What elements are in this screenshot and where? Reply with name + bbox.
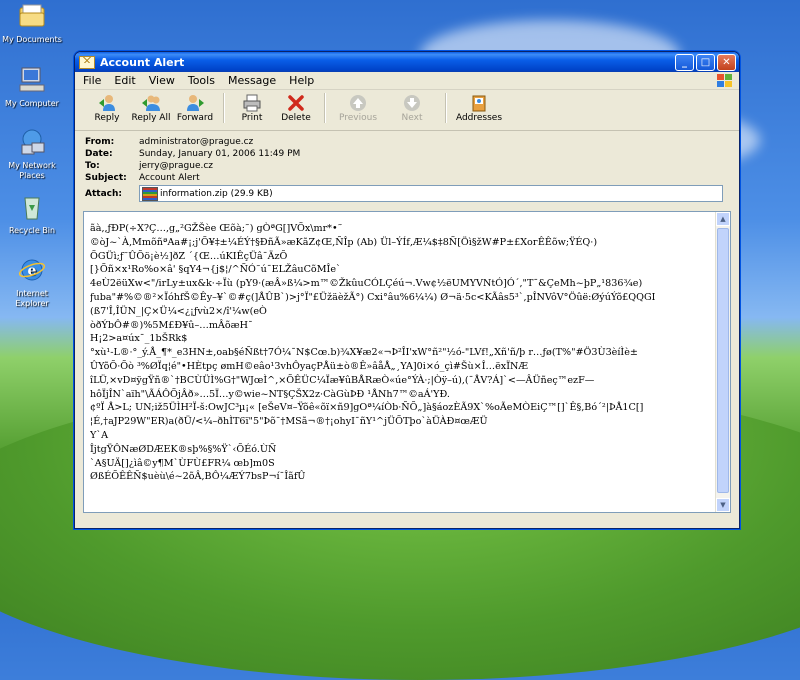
reply-all-label: Reply All	[131, 113, 171, 123]
message-body[interactable]: ãà,,ƒÐP(÷X?Ç…,g„²GŽŠèe Œõà;˜) gÒªG[]VÕx\…	[83, 211, 731, 513]
attach-label: Attach:	[85, 188, 122, 199]
to-value: jerry@prague.cz	[139, 161, 214, 171]
forward-icon	[187, 95, 204, 111]
message-body-text: ãà,,ƒÐP(÷X?Ç…,g„²GŽŠèe Œõà;˜) gÒªG[]VÕx\…	[90, 223, 656, 483]
folder-icon	[19, 4, 45, 27]
desktop-icon-my-documents[interactable]: My Documents	[0, 2, 64, 45]
reply-all-button[interactable]: Reply All	[129, 93, 173, 123]
minimize-button[interactable]: _	[675, 53, 694, 71]
forward-button[interactable]: Forward	[173, 93, 217, 123]
envelope-icon	[79, 55, 95, 69]
subject-value: Account Alert	[139, 173, 200, 183]
attachment-name[interactable]: information.zip (29.9 KB)	[160, 189, 273, 199]
message-headers: From: administrator@prague.cz Date: Sund…	[75, 131, 739, 202]
desktop-icon-label: Recycle Bin	[8, 226, 56, 235]
internet-explorer-icon: e	[18, 259, 46, 281]
desktop-icon-my-computer[interactable]: My Computer	[0, 66, 64, 109]
desktop-icon-label: My Documents	[2, 35, 62, 44]
date-label: Date:	[85, 149, 113, 159]
close-button[interactable]: ✕	[717, 53, 736, 71]
reply-button[interactable]: Reply	[85, 93, 129, 123]
delete-button[interactable]: Delete	[274, 93, 318, 123]
to-label: To:	[85, 161, 100, 171]
subject-label: Subject:	[85, 173, 127, 183]
window-title: Account Alert	[100, 55, 185, 69]
next-label: Next	[401, 113, 423, 123]
close-icon: ✕	[722, 56, 731, 68]
reply-all-icon	[142, 95, 160, 111]
arrow-up-icon	[350, 95, 366, 111]
scroll-up-button[interactable]: ▲	[716, 212, 730, 226]
desktop-icon-label: My Network Places	[8, 161, 56, 180]
arrow-down-icon	[404, 95, 420, 111]
from-value: administrator@prague.cz	[139, 137, 254, 147]
header-to: To: jerry@prague.cz	[85, 160, 739, 172]
header-date: Date: Sunday, January 01, 2006 11:49 PM	[85, 148, 739, 160]
scroll-thumb[interactable]	[717, 228, 729, 493]
print-button[interactable]: Print	[230, 93, 274, 123]
menu-message[interactable]: Message	[228, 74, 276, 87]
printer-icon	[243, 94, 261, 112]
toolbar: Reply Reply All Forward Print Delete Pre…	[75, 90, 739, 131]
desktop-icon-network-places[interactable]: My Network Places	[0, 128, 64, 181]
scroll-up-icon: ▲	[720, 215, 726, 223]
addresses-label: Addresses	[455, 113, 503, 123]
address-book-icon	[472, 95, 486, 112]
header-attach: Attach: information.zip (29.9 KB)	[85, 185, 739, 202]
desktop-icon-label: My Computer	[5, 99, 59, 108]
title-bar[interactable]: Account Alert _ □ ✕	[75, 52, 739, 72]
message-window: Account Alert _ □ ✕ File Edit View Tools…	[74, 51, 740, 529]
vertical-scrollbar[interactable]: ▲ ▼	[715, 212, 730, 512]
maximize-button[interactable]: □	[696, 53, 715, 71]
desktop-icon-internet-explorer[interactable]: e Internet Explorer	[0, 256, 64, 309]
header-from: From: administrator@prague.cz	[85, 136, 739, 148]
zip-file-icon	[142, 186, 158, 201]
menu-help[interactable]: Help	[289, 74, 314, 87]
windows-logo-icon	[717, 74, 732, 87]
previous-button[interactable]: Previous	[331, 93, 385, 123]
attachment-field[interactable]: information.zip (29.9 KB)	[139, 185, 723, 202]
from-label: From:	[85, 137, 115, 147]
reply-icon	[99, 95, 115, 111]
toolbar-separator	[445, 93, 446, 123]
toolbar-separator	[223, 93, 224, 123]
desktop-icon-label: Internet Explorer	[15, 289, 49, 308]
menu-bar: File Edit View Tools Message Help	[75, 72, 739, 90]
reply-label: Reply	[94, 113, 120, 123]
desktop-icon-recycle-bin[interactable]: Recycle Bin	[0, 193, 64, 236]
scroll-down-icon: ▼	[720, 501, 726, 509]
minimize-icon: _	[682, 56, 687, 68]
next-button[interactable]: Next	[385, 93, 439, 123]
previous-label: Previous	[338, 113, 378, 123]
header-subject: Subject: Account Alert	[85, 172, 739, 184]
menu-edit[interactable]: Edit	[114, 74, 135, 87]
date-value: Sunday, January 01, 2006 11:49 PM	[139, 149, 301, 159]
delete-label: Delete	[281, 113, 311, 123]
computer-icon	[19, 67, 45, 92]
maximize-icon: □	[700, 56, 711, 68]
toolbar-separator	[324, 93, 325, 123]
delete-icon	[288, 95, 304, 111]
menu-tools[interactable]: Tools	[188, 74, 215, 87]
scroll-down-button[interactable]: ▼	[716, 498, 730, 512]
menu-file[interactable]: File	[83, 74, 101, 87]
menu-view[interactable]: View	[149, 74, 175, 87]
print-label: Print	[241, 113, 263, 123]
addresses-button[interactable]: Addresses	[452, 93, 506, 123]
network-icon	[21, 129, 45, 155]
recycle-bin-icon	[24, 197, 40, 220]
forward-label: Forward	[176, 113, 214, 123]
